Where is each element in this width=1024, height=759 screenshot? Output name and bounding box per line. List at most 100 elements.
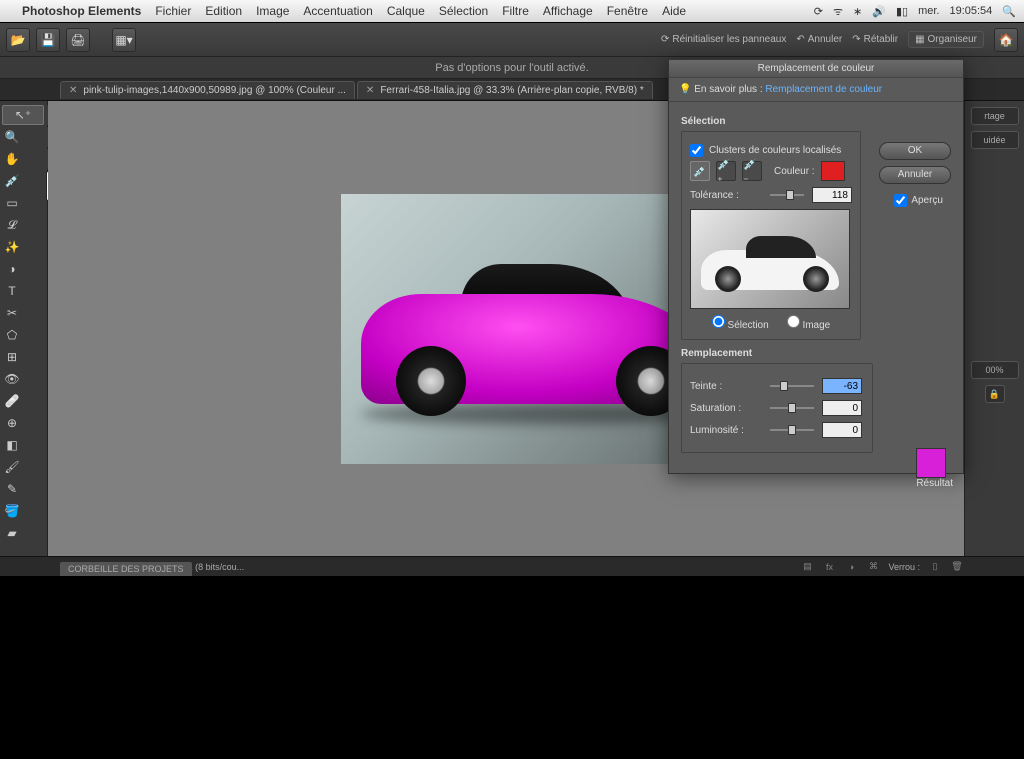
link-icon[interactable]: ⌘ [866, 560, 880, 574]
battery-icon[interactable]: ▮▯ [896, 5, 908, 18]
radio-image[interactable]: Image [787, 315, 831, 331]
tolerance-slider[interactable] [770, 194, 804, 196]
app-name[interactable]: Photoshop Elements [22, 4, 141, 18]
bluetooth-icon[interactable]: ∗ [853, 5, 862, 18]
lock-icon[interactable]: 🔒 [985, 385, 1005, 403]
menu-calque[interactable]: Calque [387, 4, 425, 18]
eyedropper-icon[interactable]: 💉 [690, 161, 710, 181]
guidee-tab[interactable]: uidée [971, 131, 1019, 149]
saturation-input[interactable] [822, 400, 862, 416]
clusters-checkbox[interactable] [690, 144, 703, 157]
reset-panels-btn[interactable]: ⟳ Réinitialiser les panneaux [661, 34, 786, 45]
type-tool[interactable]: T [2, 281, 22, 301]
menu-fenetre[interactable]: Fenêtre [607, 4, 648, 18]
tolerance-input[interactable] [812, 187, 852, 203]
recompose-tool[interactable]: ⊞ [2, 347, 22, 367]
home-icon[interactable]: 🏠 [994, 28, 1018, 52]
menu-accentuation[interactable]: Accentuation [303, 4, 372, 18]
smart-brush-tool[interactable]: ✎ [2, 479, 22, 499]
tab-label: Ferrari-458-Italia.jpg @ 33.3% (Arrière-… [380, 85, 643, 96]
apercu-checkbox[interactable] [894, 194, 907, 207]
app-window: 📂 💾 🖨 ▦▾ ⟳ Réinitialiser les panneaux ↶ … [0, 22, 1024, 576]
selection-legend: Sélection [681, 116, 951, 127]
clock-time[interactable]: 19:05:54 [949, 5, 992, 17]
resultat-label: Résultat [916, 478, 953, 489]
teinte-label: Teinte : [690, 381, 762, 392]
eyedropper-tool[interactable]: 💉 [2, 171, 22, 191]
lasso-tool[interactable]: 𝓛 [2, 215, 22, 235]
teinte-slider[interactable] [770, 385, 814, 387]
toolbox: ↖⁺ 🔍 ✋ 💉 ▭ 𝓛 ✨ ◑ T ✂ ⬠ ⊞ 👁 🩹 ⊕ ◧ 🖌 ✎ 🪣 ▰… [0, 101, 48, 556]
menu-edition[interactable]: Edition [205, 4, 242, 18]
radio-selection[interactable]: Sélection [712, 315, 769, 331]
saturation-slider[interactable] [770, 407, 814, 409]
close-icon[interactable]: ✕ [69, 85, 77, 96]
tab-label: pink-tulip-images,1440x900,50989.jpg @ 1… [83, 85, 346, 96]
project-bin-tab[interactable]: CORBEILLE DES PROJETS [60, 562, 192, 576]
status-bar: 33.33% sRGB IEC61966-2.1 (8 bits/cou... … [0, 556, 1024, 576]
redeye-tool[interactable]: 👁 [2, 369, 22, 389]
wifi-icon[interactable]: ᯤ [833, 4, 843, 19]
teinte-input[interactable] [822, 378, 862, 394]
menu-aide[interactable]: Aide [662, 4, 686, 18]
organizer-btn[interactable]: ▦ Organiseur [908, 31, 984, 48]
hand-tool[interactable]: ✋ [2, 149, 22, 169]
clock-day[interactable]: mer. [918, 5, 939, 17]
print-btn[interactable]: 🖨 [66, 28, 90, 52]
close-icon[interactable]: ✕ [366, 85, 374, 96]
saturation-label: Saturation : [690, 403, 762, 414]
partage-tab[interactable]: rtage [971, 107, 1019, 125]
luminosite-slider[interactable] [770, 429, 814, 431]
redo-btn[interactable]: ↷ Rétablir [852, 34, 898, 45]
help-link[interactable]: Remplacement de couleur [765, 84, 882, 95]
save-btn[interactable]: 💾 [36, 28, 60, 52]
layers-icon[interactable]: ▤ [800, 560, 814, 574]
quick-select-tool[interactable]: ◑ [2, 259, 22, 279]
trash-icon[interactable]: 🗑 [950, 560, 964, 574]
right-panels: rtage uidée 00% 🔒 [964, 101, 1024, 556]
fx-icon[interactable]: fx [822, 560, 836, 574]
replace-color-dialog: Remplacement de couleur 💡 En savoir plus… [668, 59, 964, 474]
result-color-swatch[interactable] [916, 448, 946, 478]
clone-tool[interactable]: ⊕ [2, 413, 22, 433]
menu-fichier[interactable]: Fichier [155, 4, 191, 18]
zoom-tool[interactable]: 🔍 [2, 127, 22, 147]
open-btn[interactable]: 📂 [6, 28, 30, 52]
options-message: Pas d'options pour l'outil activé. [435, 62, 588, 74]
brush-tool[interactable]: 🖌 [2, 457, 22, 477]
ok-button[interactable]: OK [879, 142, 951, 160]
tab-ferrari[interactable]: ✕ Ferrari-458-Italia.jpg @ 33.3% (Arrièr… [357, 81, 653, 99]
opacity-field[interactable]: 00% [971, 361, 1019, 379]
lock-toggle-icon[interactable]: ▯ [928, 560, 942, 574]
bucket-tool[interactable]: 🪣 [2, 501, 22, 521]
menu-selection[interactable]: Sélection [439, 4, 488, 18]
undo-btn[interactable]: ↶ Annuler [796, 34, 842, 45]
cancel-button[interactable]: Annuler [879, 166, 951, 184]
eyedropper-plus-icon[interactable]: 💉₊ [716, 161, 736, 181]
cookie-cutter-tool[interactable]: ⬠ [2, 325, 22, 345]
luminosite-input[interactable] [822, 422, 862, 438]
sync-icon[interactable]: ⟳ [814, 5, 823, 18]
magic-wand-tool[interactable]: ✨ [2, 237, 22, 257]
move-tool[interactable]: ↖⁺ [2, 105, 44, 125]
marquee-tool[interactable]: ▭ [2, 193, 22, 213]
menu-image[interactable]: Image [256, 4, 289, 18]
selection-preview [690, 209, 850, 309]
cursor-icon: ↖ [812, 742, 824, 759]
volume-icon[interactable]: 🔊 [872, 5, 886, 18]
tab-pink-tulip[interactable]: ✕ pink-tulip-images,1440x900,50989.jpg @… [60, 81, 355, 99]
source-color-swatch[interactable] [821, 161, 845, 181]
dialog-tip: 💡 En savoir plus : Remplacement de coule… [669, 78, 963, 102]
gradient-tool[interactable]: ▰ [2, 523, 22, 543]
eraser-tool[interactable]: ◧ [2, 435, 22, 455]
healing-tool[interactable]: 🩹 [2, 391, 22, 411]
mask-icon[interactable]: ◑ [844, 560, 858, 574]
spotlight-icon[interactable]: 🔍 [1002, 5, 1016, 18]
eyedropper-minus-icon[interactable]: 💉₋ [742, 161, 762, 181]
preview-checkbox-row: Aperçu [894, 194, 943, 207]
app-toolbar: 📂 💾 🖨 ▦▾ ⟳ Réinitialiser les panneaux ↶ … [0, 23, 1024, 57]
view-dropdown[interactable]: ▦▾ [112, 28, 136, 52]
menu-affichage[interactable]: Affichage [543, 4, 593, 18]
menu-filtre[interactable]: Filtre [502, 4, 529, 18]
crop-tool[interactable]: ✂ [2, 303, 22, 323]
